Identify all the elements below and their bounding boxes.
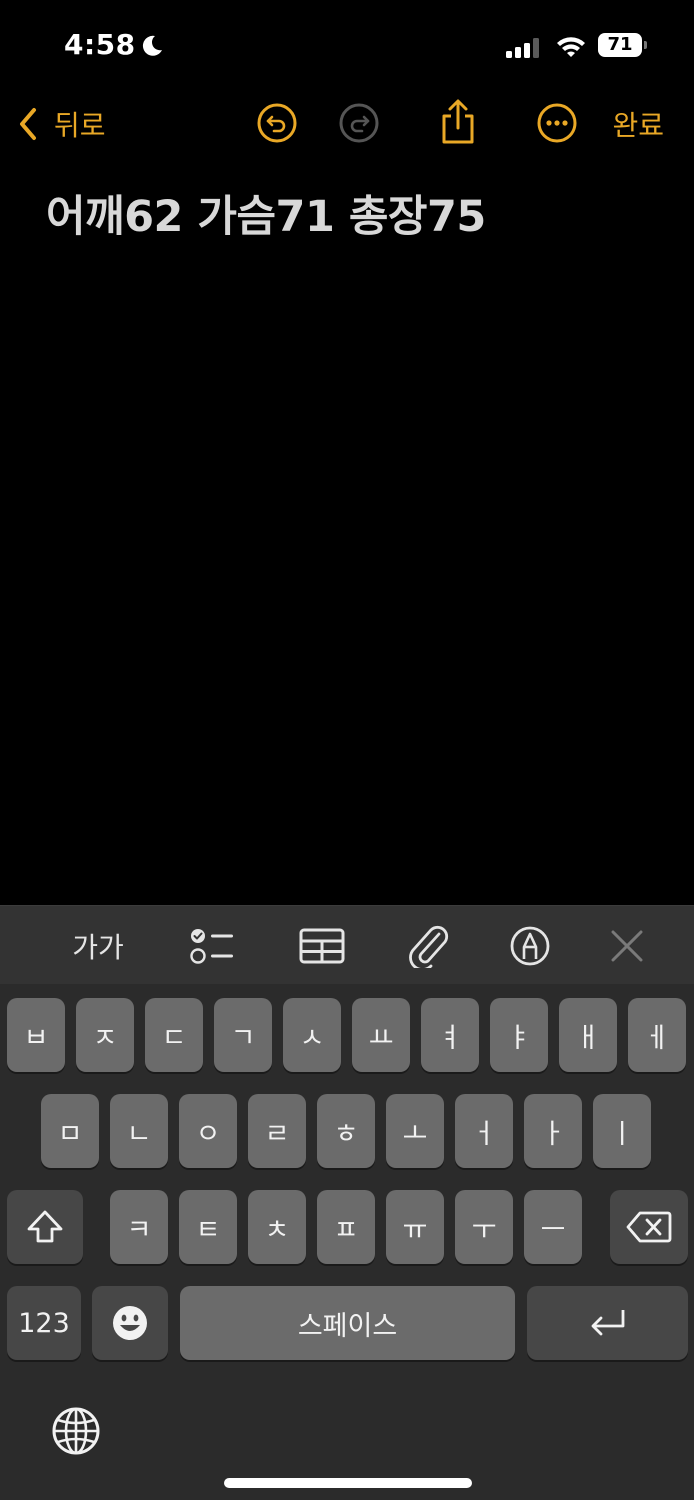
space-key[interactable]: 스페이스 bbox=[180, 1286, 515, 1360]
more-icon[interactable] bbox=[536, 102, 578, 144]
keyboard-toolbar: 가가 bbox=[0, 905, 694, 984]
key-r1-2[interactable]: ㄷ bbox=[145, 998, 203, 1072]
undo-icon[interactable] bbox=[256, 102, 298, 144]
wifi-icon bbox=[557, 37, 585, 57]
key-r1-9[interactable]: ㅔ bbox=[628, 998, 686, 1072]
format-button[interactable]: 가가 bbox=[68, 924, 128, 968]
key-r1-5[interactable]: ㅛ bbox=[352, 998, 410, 1072]
key-r2-8[interactable]: ㅣ bbox=[593, 1094, 651, 1168]
keyboard: 가가 ㅂ ㅈ ㄷ ㄱ ㅅ ㅛ ㅕ ㅑ ㅐ ㅔ ㅁ ㄴ ㅇ ㄹ ㅎ ㅗ ㅓ ㅏ ㅣ… bbox=[0, 905, 694, 1500]
shift-key[interactable] bbox=[7, 1190, 83, 1264]
attachment-button[interactable] bbox=[404, 924, 452, 968]
key-r1-0[interactable]: ㅂ bbox=[7, 998, 65, 1072]
share-icon[interactable] bbox=[437, 98, 479, 146]
shift-icon bbox=[27, 1210, 63, 1243]
key-r3-6[interactable]: ㅡ bbox=[524, 1190, 582, 1264]
key-r3-1[interactable]: ㅌ bbox=[179, 1190, 237, 1264]
close-toolbar-button[interactable] bbox=[604, 924, 650, 968]
moon-icon bbox=[142, 35, 162, 56]
key-r1-4[interactable]: ㅅ bbox=[283, 998, 341, 1072]
signal-icon bbox=[506, 38, 539, 58]
battery-level: 71 bbox=[598, 33, 642, 57]
status-time: 4:58 bbox=[64, 28, 136, 61]
markup-button[interactable] bbox=[506, 924, 554, 968]
key-r1-8[interactable]: ㅐ bbox=[559, 998, 617, 1072]
key-r2-5[interactable]: ㅗ bbox=[386, 1094, 444, 1168]
return-icon bbox=[591, 1310, 624, 1336]
key-r3-2[interactable]: ㅊ bbox=[248, 1190, 306, 1264]
emoji-icon bbox=[113, 1306, 147, 1340]
key-r2-2[interactable]: ㅇ bbox=[179, 1094, 237, 1168]
checklist-button[interactable] bbox=[188, 924, 236, 968]
key-r2-4[interactable]: ㅎ bbox=[317, 1094, 375, 1168]
back-button[interactable]: 뒤로 bbox=[16, 104, 106, 144]
key-r2-3[interactable]: ㄹ bbox=[248, 1094, 306, 1168]
return-key[interactable] bbox=[527, 1286, 688, 1360]
paperclip-icon bbox=[409, 925, 449, 968]
key-r2-1[interactable]: ㄴ bbox=[110, 1094, 168, 1168]
key-r3-5[interactable]: ㅜ bbox=[455, 1190, 513, 1264]
redo-icon[interactable] bbox=[338, 102, 380, 144]
delete-key[interactable] bbox=[610, 1190, 688, 1264]
home-indicator[interactable] bbox=[224, 1478, 472, 1488]
key-r3-4[interactable]: ㅠ bbox=[386, 1190, 444, 1264]
key-r1-6[interactable]: ㅕ bbox=[421, 998, 479, 1072]
checklist-icon bbox=[190, 929, 233, 964]
key-r2-6[interactable]: ㅓ bbox=[455, 1094, 513, 1168]
key-r1-7[interactable]: ㅑ bbox=[490, 998, 548, 1072]
close-icon bbox=[611, 930, 643, 962]
globe-button[interactable] bbox=[50, 1405, 102, 1457]
key-r3-0[interactable]: ㅋ bbox=[110, 1190, 168, 1264]
key-r2-7[interactable]: ㅏ bbox=[524, 1094, 582, 1168]
emoji-key[interactable] bbox=[92, 1286, 168, 1360]
chevron-left-icon bbox=[20, 108, 36, 140]
battery-icon: 71 bbox=[598, 33, 650, 59]
note-text[interactable]: 어깨62 가슴71 총장75 bbox=[46, 182, 486, 244]
key-r3-3[interactable]: ㅍ bbox=[317, 1190, 375, 1264]
table-button[interactable] bbox=[298, 924, 346, 968]
delete-icon bbox=[626, 1211, 672, 1243]
numbers-key[interactable]: 123 bbox=[7, 1286, 81, 1360]
markup-icon bbox=[510, 926, 550, 966]
back-label: 뒤로 bbox=[54, 109, 106, 142]
done-button[interactable]: 완료 bbox=[612, 104, 664, 144]
key-r2-0[interactable]: ㅁ bbox=[41, 1094, 99, 1168]
globe-icon bbox=[52, 1407, 100, 1455]
key-r1-1[interactable]: ㅈ bbox=[76, 998, 134, 1072]
key-r1-3[interactable]: ㄱ bbox=[214, 998, 272, 1072]
table-icon bbox=[299, 928, 345, 964]
